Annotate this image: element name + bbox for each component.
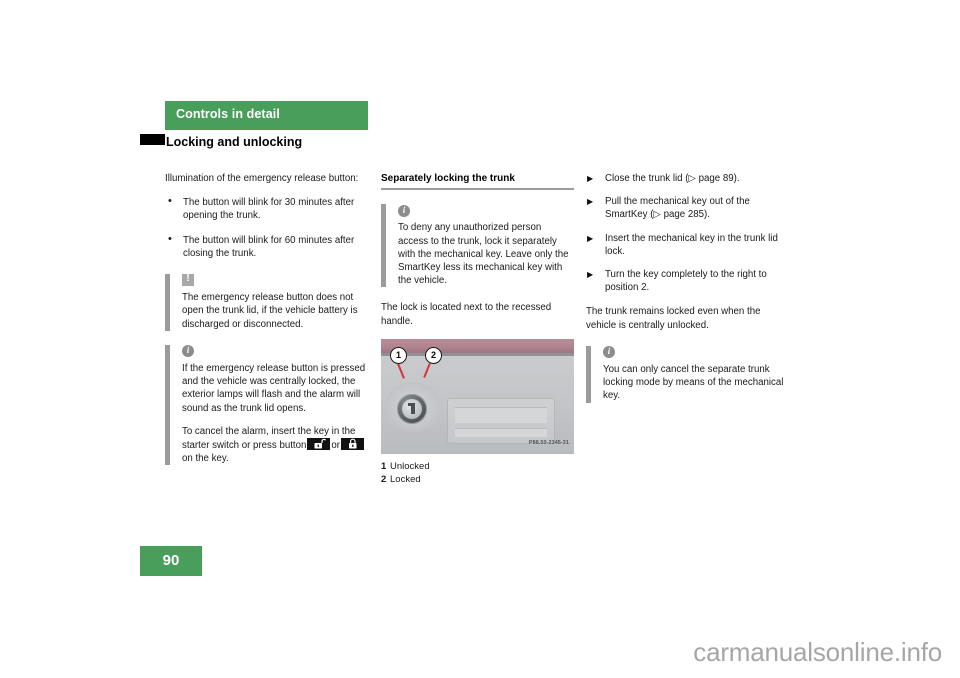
right-column: Close the trunk lid (▷ page 89). Pull th…: [586, 172, 786, 417]
legend-row: 2 Locked: [381, 473, 574, 486]
lock-button-icon: [341, 438, 364, 451]
middle-paragraph: The lock is located next to the recessed…: [381, 302, 552, 327]
warning-note-box: The emergency release button does not op…: [165, 272, 368, 331]
figure-image-code: P88.50-2345-31: [528, 439, 569, 446]
section-marker-block: [140, 134, 165, 145]
right-step-list: Close the trunk lid (▷ page 89). Pull th…: [586, 172, 786, 294]
figure-rear-window: [381, 338, 574, 353]
figure-callout-2: 2: [425, 346, 442, 364]
right-paragraph: The trunk remains locked even when the v…: [586, 306, 761, 331]
middle-column: Separately locking the trunk To deny any…: [381, 172, 574, 486]
info-note-text: To deny any unauthorized person access t…: [398, 222, 569, 287]
legend-number: 2: [381, 473, 387, 485]
manual-page: Controls in detail Locking and unlocking…: [0, 0, 960, 678]
legend-label: Unlocked: [390, 460, 430, 472]
figure-handle-slot-upper: [455, 406, 547, 423]
watermark: carmanualsonline.info: [693, 637, 942, 667]
info-note-box-left: If the emergency release button is press…: [165, 344, 368, 466]
page-number: 90: [162, 552, 180, 569]
info-note-text-part-3: on the key.: [182, 453, 229, 465]
info-note-text-part-2: or: [331, 440, 340, 452]
figure-legend: 1 Unlocked 2 Locked: [381, 460, 574, 486]
subheading-rule: [381, 188, 574, 191]
info-icon: [182, 344, 368, 358]
unlock-button-icon: [307, 438, 331, 451]
list-item: The button will blink for 30 minutes aft…: [165, 195, 368, 222]
chapter-title: Controls in detail: [176, 107, 280, 121]
section-title: Locking and unlocking: [166, 135, 303, 149]
warning-note-text: The emergency release button does not op…: [182, 292, 358, 330]
figure-callout-1: 1: [390, 346, 407, 364]
subheading: Separately locking the trunk: [381, 173, 515, 184]
page-number-badge: 90: [140, 546, 202, 576]
left-bullet-list: The button will blink for 30 minutes aft…: [165, 195, 368, 260]
info-icon: [398, 204, 574, 217]
legend-row: 1 Unlocked: [381, 460, 574, 473]
left-column: Illumination of the emergency release bu…: [165, 172, 368, 479]
figure-lock-cylinder: [397, 393, 427, 424]
info-icon: [603, 345, 786, 359]
legend-label: Locked: [390, 473, 421, 485]
figure-keyhole: [408, 402, 415, 414]
figure-handle-slot-lower: [455, 427, 547, 437]
list-item: The button will blink for 60 minutes aft…: [165, 233, 368, 260]
info-note-box-right: You can only cancel the separate trunk l…: [586, 345, 786, 403]
info-note-paragraph-1: If the emergency release button is press…: [182, 363, 366, 414]
warning-icon: [182, 272, 368, 287]
list-item: Pull the mechanical key out of the Smart…: [586, 195, 786, 221]
chapter-banner: Controls in detail: [165, 101, 368, 130]
list-item: Close the trunk lid (▷ page 89).: [586, 172, 786, 185]
figure-lock-face: [402, 398, 422, 419]
info-note-paragraph-2: To cancel the alarm, insert the key in t…: [182, 425, 368, 466]
list-item: Insert the mechanical key in the trunk l…: [586, 232, 786, 258]
list-item: Turn the key completely to the right to …: [586, 268, 786, 294]
legend-number: 1: [381, 460, 387, 472]
info-note-text: You can only cancel the separate trunk l…: [603, 364, 784, 402]
info-note-box-middle: To deny any unauthorized person access t…: [381, 204, 574, 288]
trunk-lock-figure: 1 2 P88.50-2345-31: [381, 338, 574, 454]
left-intro-paragraph: Illumination of the emergency release bu…: [165, 173, 359, 184]
